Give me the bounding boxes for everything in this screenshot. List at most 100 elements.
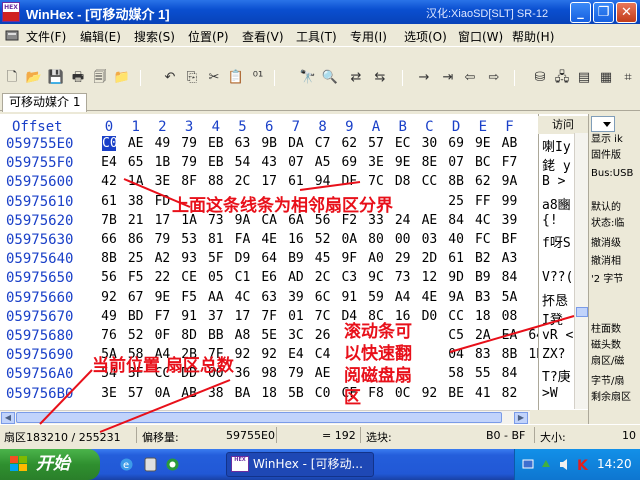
- hex-byte[interactable]: 4C: [230, 290, 256, 305]
- hex-byte[interactable]: 8D: [176, 328, 202, 343]
- vertical-scrollbar[interactable]: [574, 133, 588, 409]
- hex-byte[interactable]: EA: [497, 328, 523, 343]
- hex-byte[interactable]: 07: [443, 155, 469, 170]
- hex-byte[interactable]: 79: [176, 136, 202, 151]
- hex-row[interactable]: 05975680 76 52 0F 8D BB A8 5E 3C 26 C5 2A EA 64: [0, 328, 544, 347]
- hex-byte[interactable]: 1A: [123, 174, 149, 189]
- open-disk-icon[interactable]: 📁: [112, 68, 132, 88]
- find-icon[interactable]: 🔭: [298, 68, 318, 88]
- text-line[interactable]: 喇Iy: [542, 136, 571, 155]
- hash-icon[interactable]: ⌗: [618, 68, 638, 88]
- hex-byte[interactable]: DA: [283, 136, 309, 151]
- scroll-right-arrow-icon[interactable]: ▶: [514, 412, 528, 424]
- hex-byte[interactable]: 0A: [149, 386, 175, 401]
- vertical-scroll-thumb[interactable]: [576, 307, 588, 317]
- hex-byte[interactable]: 26: [310, 328, 336, 343]
- menu-view[interactable]: 查看(V): [242, 28, 284, 45]
- hex-byte[interactable]: EB: [203, 136, 229, 151]
- menu-window[interactable]: 窗口(W): [458, 28, 503, 45]
- hex-byte[interactable]: 41: [470, 386, 496, 401]
- hex-byte[interactable]: FA: [230, 232, 256, 247]
- hex-byte[interactable]: A8: [230, 328, 256, 343]
- hex-byte[interactable]: 54: [230, 155, 256, 170]
- hex-byte[interactable]: 9A: [497, 174, 523, 189]
- hex-row[interactable]: 059756B0 3E 57 0A AB 38 BA 18 5B C0 CF F8 0C 92 BE 41 82: [0, 386, 538, 405]
- hex-byte[interactable]: F7: [149, 309, 175, 324]
- hex-row[interactable]: 05975640 8B 25 A2 93 5F D9 64 B9 45 9F A0 29 2D 61 B2 A3: [0, 251, 538, 270]
- disk-tools-icon[interactable]: ⛁: [530, 68, 550, 88]
- hex-byte[interactable]: 40: [443, 232, 469, 247]
- calculator-icon[interactable]: ▦: [596, 68, 616, 88]
- hex-byte[interactable]: 04: [443, 347, 469, 362]
- hex-byte[interactable]: 7C: [310, 309, 336, 324]
- hex-byte[interactable]: 5F: [203, 251, 229, 266]
- tab-removable-media-1[interactable]: 可移动媒介 1: [2, 93, 88, 112]
- replace-hex-icon[interactable]: ⇆: [370, 68, 390, 88]
- tray-volume-icon[interactable]: [557, 457, 572, 472]
- hex-row[interactable]: 059756A0 54 3F CC DD 00 36 98 79 AE 58 55 84: [0, 366, 538, 385]
- hex-byte[interactable]: E4: [283, 347, 309, 362]
- hex-byte[interactable]: 79: [283, 366, 309, 381]
- hex-byte[interactable]: 84: [497, 270, 523, 285]
- text-line[interactable]: 抔恳: [542, 290, 568, 309]
- hex-byte[interactable]: B9: [470, 270, 496, 285]
- hex-byte[interactable]: 93: [176, 251, 202, 266]
- scroll-left-arrow-icon[interactable]: ◀: [1, 412, 15, 424]
- hex-byte[interactable]: FC: [470, 232, 496, 247]
- hex-byte[interactable]: CE: [176, 270, 202, 285]
- hex-byte[interactable]: C4: [310, 347, 336, 362]
- hex-byte[interactable]: 69: [336, 155, 362, 170]
- hex-byte[interactable]: 62: [470, 174, 496, 189]
- hex-byte[interactable]: 18: [470, 309, 496, 324]
- hex-byte[interactable]: 58: [443, 366, 469, 381]
- hex-byte[interactable]: 18: [256, 386, 282, 401]
- hex-byte[interactable]: BB: [203, 328, 229, 343]
- text-line[interactable]: vR <: [542, 328, 573, 347]
- menu-options[interactable]: 选项(O): [404, 28, 447, 45]
- hex-byte[interactable]: 4E: [416, 290, 442, 305]
- hex-byte[interactable]: 94: [310, 174, 336, 189]
- hex-byte[interactable]: 1B: [149, 155, 175, 170]
- hex-byte[interactable]: E4: [96, 155, 122, 170]
- hex-byte[interactable]: 99: [497, 194, 523, 209]
- hex-byte[interactable]: 38: [123, 194, 149, 209]
- menu-help[interactable]: 帮助(H): [512, 28, 554, 45]
- info-panel-dropdown[interactable]: [591, 116, 615, 132]
- text-line[interactable]: 銠 y: [542, 155, 571, 174]
- goto-sector-icon[interactable]: ⇥: [438, 68, 458, 88]
- hex-row[interactable]: 059755E0 C0 AE 49 79 EB 63 9B DA C7 62 57 EC 30 69 9E AB: [0, 136, 538, 155]
- hex-byte[interactable]: 3E: [363, 155, 389, 170]
- hex-byte[interactable]: 07: [283, 155, 309, 170]
- hex-byte[interactable]: 59: [363, 290, 389, 305]
- hex-byte[interactable]: 6C: [310, 290, 336, 305]
- hex-byte[interactable]: 63: [230, 136, 256, 151]
- hex-byte[interactable]: 25: [123, 251, 149, 266]
- hex-byte[interactable]: 3C: [283, 328, 309, 343]
- hex-byte[interactable]: 9B: [256, 136, 282, 151]
- hex-byte[interactable]: 61: [283, 174, 309, 189]
- hex-byte[interactable]: 17: [256, 174, 282, 189]
- hex-byte[interactable]: 16: [283, 232, 309, 247]
- hex-byte[interactable]: 5A: [497, 290, 523, 305]
- hex-byte[interactable]: 56: [96, 270, 122, 285]
- hex-byte[interactable]: 43: [256, 155, 282, 170]
- hex-byte[interactable]: C5: [443, 328, 469, 343]
- hex-byte[interactable]: 83: [470, 347, 496, 362]
- hex-byte[interactable]: 4E: [256, 232, 282, 247]
- hex-byte[interactable]: 7B: [96, 213, 122, 228]
- hex-byte[interactable]: 66: [96, 232, 122, 247]
- hex-byte[interactable]: FF: [470, 194, 496, 209]
- copy-icon[interactable]: ⎘: [182, 68, 202, 88]
- internet-explorer-icon[interactable]: e: [118, 456, 135, 473]
- hex-byte[interactable]: 80: [363, 232, 389, 247]
- show-desktop-icon[interactable]: [164, 456, 181, 473]
- hex-byte[interactable]: C3: [336, 270, 362, 285]
- hex-row[interactable]: 05975630 66 86 79 53 81 FA 4E 16 52 0A 80 00 03 40 FC BF: [0, 232, 538, 251]
- minimize-button[interactable]: _: [570, 2, 591, 23]
- hex-byte[interactable]: 08: [497, 309, 523, 324]
- paste-icon[interactable]: 📋: [226, 68, 246, 88]
- hex-byte[interactable]: 82: [497, 386, 523, 401]
- undo-icon[interactable]: ↶: [160, 68, 180, 88]
- hex-byte[interactable]: A4: [390, 290, 416, 305]
- hex-byte[interactable]: A0: [363, 251, 389, 266]
